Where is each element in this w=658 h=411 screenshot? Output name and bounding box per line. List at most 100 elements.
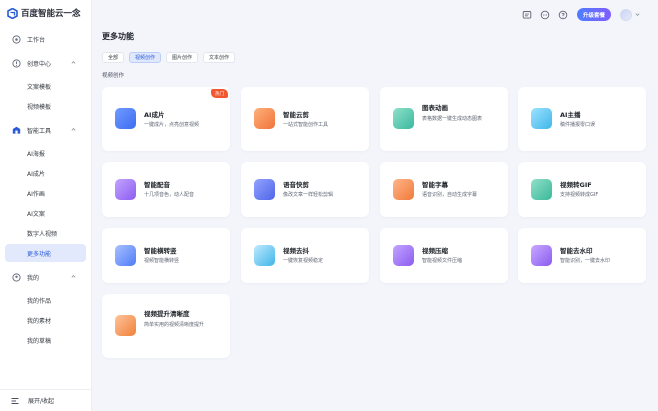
card-title: AI成片 bbox=[144, 111, 165, 119]
sidebar: 百度智能云一念 工作台 创意中心 文案模板 视频模板 智能工具 AI海报 AI成… bbox=[0, 0, 92, 411]
feature-card-ai-anchor[interactable]: AI主播 稿件播报零口误 bbox=[518, 87, 646, 151]
section-label: 视频创作 bbox=[102, 73, 125, 79]
logo-icon bbox=[7, 7, 18, 19]
page-title: 更多功能 bbox=[102, 32, 134, 41]
chevron-up-icon bbox=[71, 128, 76, 131]
card-desc: 简单实用的视频清晰度提升 bbox=[144, 322, 205, 328]
sidebar-item-digital-human-video[interactable]: 数字人视频 bbox=[5, 224, 86, 242]
chevron-down-icon[interactable] bbox=[635, 12, 640, 17]
card-desc: 支持视频转成GIF bbox=[560, 192, 599, 198]
sidebar-item-label: AI成片 bbox=[27, 170, 45, 178]
feature-card-video-compress[interactable]: 视频压缩 智能视频文件压缩 bbox=[380, 228, 508, 283]
tab-label: 全部 bbox=[108, 55, 119, 61]
sidebar-item-ai-painting[interactable]: AI作画 bbox=[5, 184, 86, 202]
app-logo[interactable]: 百度智能云一念 bbox=[7, 6, 81, 20]
chart-animation-icon bbox=[393, 108, 414, 129]
sidebar-item-label: 智能工具 bbox=[27, 127, 52, 135]
rotate-icon bbox=[115, 245, 136, 266]
sidebar-item-smart-tools[interactable]: 智能工具 bbox=[5, 121, 86, 139]
sidebar-item-label: 更多功能 bbox=[27, 250, 52, 258]
tab-label: 文本创作 bbox=[209, 55, 230, 61]
lightbulb-icon bbox=[12, 58, 21, 68]
sidebar-item-label: AI作画 bbox=[27, 190, 45, 198]
notification-icon[interactable] bbox=[522, 10, 532, 20]
sidebar-item-creative-center[interactable]: 创意中心 bbox=[5, 54, 86, 72]
feature-card-video-stabilize[interactable]: 视频去抖 一键恢复视频稳定 bbox=[241, 228, 369, 283]
card-desc: 视频智能横转竖 bbox=[144, 258, 180, 264]
sidebar-item-my-works[interactable]: 我的作品 bbox=[5, 291, 86, 309]
feature-card-landscape-to-portrait[interactable]: 智能横转竖 视频智能横转竖 bbox=[102, 228, 230, 283]
tab-label: 图片创作 bbox=[172, 55, 193, 61]
tab-all[interactable]: 全部 bbox=[102, 52, 125, 63]
card-title: 智能字幕 bbox=[422, 181, 448, 189]
voice-wave-icon bbox=[115, 179, 136, 200]
gif-icon bbox=[531, 179, 552, 200]
tab-text-creation[interactable]: 文本创作 bbox=[203, 52, 236, 63]
feature-card-smart-dubbing[interactable]: 智能配音 十几项音色，动人配音 bbox=[102, 162, 230, 217]
card-desc: 像改文章一样轻松剪辑 bbox=[283, 192, 334, 198]
sidebar-item-video-templates[interactable]: 视频模板 bbox=[5, 97, 86, 115]
sidebar-item-workbench[interactable]: 工作台 bbox=[5, 30, 86, 48]
feature-card-ai-film[interactable]: 热门 AI成片 一键成片，点亮创意视频 bbox=[102, 87, 230, 151]
stabilize-icon bbox=[254, 245, 275, 266]
card-title: 视频转GIF bbox=[560, 181, 592, 189]
card-desc: 十几项音色，动人配音 bbox=[144, 192, 195, 198]
sidebar-item-my-drafts[interactable]: 我的草稿 bbox=[5, 331, 86, 349]
sidebar-item-label: 我的作品 bbox=[27, 297, 52, 305]
card-desc: 一键成片，点亮创意视频 bbox=[144, 122, 200, 128]
sidebar-item-ai-copy[interactable]: AI文案 bbox=[5, 204, 86, 222]
sidebar-item-mine[interactable]: 我的 bbox=[5, 268, 86, 286]
feature-card-voice-quick-edit[interactable]: 语音快剪 像改文章一样轻松剪辑 bbox=[241, 162, 369, 217]
chevron-up-icon bbox=[71, 61, 76, 64]
card-title: 语音快剪 bbox=[283, 181, 309, 189]
tab-image-creation[interactable]: 图片创作 bbox=[166, 52, 199, 63]
sidebar-item-label: 文案模板 bbox=[27, 83, 52, 91]
feature-card-chart-animation[interactable]: 图表动画 表格数据一键生成动态图表 bbox=[380, 87, 508, 151]
upgrade-plan-button[interactable]: 升级套餐 bbox=[576, 8, 611, 21]
sidebar-item-ai-poster[interactable]: AI海报 bbox=[5, 144, 86, 162]
watermark-icon bbox=[531, 245, 552, 266]
hd-icon bbox=[115, 315, 136, 336]
avatar[interactable] bbox=[620, 8, 632, 21]
sidebar-item-copy-templates[interactable]: 文案模板 bbox=[5, 77, 86, 95]
message-icon[interactable] bbox=[540, 10, 550, 20]
crop-icon bbox=[254, 179, 275, 200]
card-title: 视频压缩 bbox=[422, 247, 448, 255]
feature-card-smart-cloud-edit[interactable]: 智能云剪 一站式智能创作工具 bbox=[241, 87, 369, 151]
sidebar-item-more-features[interactable]: 更多功能 bbox=[5, 244, 86, 262]
help-icon[interactable] bbox=[558, 10, 568, 20]
sidebar-item-label: AI海报 bbox=[27, 150, 45, 158]
card-title: AI主播 bbox=[560, 111, 581, 119]
card-desc: 一站式智能创作工具 bbox=[283, 122, 329, 128]
tab-label: 视频创作 bbox=[135, 55, 156, 61]
card-title: 图表动画 bbox=[422, 104, 448, 112]
card-desc: 语音识别，自动生成字幕 bbox=[422, 192, 478, 198]
sidebar-item-label: 工作台 bbox=[27, 36, 46, 44]
feature-card-video-to-gif[interactable]: 视频转GIF 支持视频转成GIF bbox=[518, 162, 646, 217]
feature-card-remove-watermark[interactable]: 智能去水印 智能识别，一键去水印 bbox=[518, 228, 646, 283]
card-title: 视频去抖 bbox=[283, 247, 309, 255]
collapse-menu-icon bbox=[11, 397, 19, 404]
card-title: 智能横转竖 bbox=[144, 247, 177, 255]
card-desc: 表格数据一键生成动态图表 bbox=[422, 116, 483, 122]
ai-anchor-icon bbox=[531, 108, 552, 129]
sidebar-item-label: 数字人视频 bbox=[27, 230, 58, 238]
card-title: 智能配音 bbox=[144, 181, 170, 189]
card-desc: 智能视频文件压缩 bbox=[422, 258, 463, 264]
user-icon bbox=[12, 272, 21, 282]
sidebar-item-label: AI文案 bbox=[27, 210, 45, 218]
feature-card-enhance-resolution[interactable]: 视频提升清晰度 简单实用的视频清晰度提升 bbox=[102, 294, 230, 358]
header-toolbar: 升级套餐 bbox=[514, 8, 640, 21]
card-title: 智能云剪 bbox=[283, 111, 309, 119]
desktop-icon bbox=[12, 34, 21, 44]
sidebar-item-ai-film[interactable]: AI成片 bbox=[5, 164, 86, 182]
card-desc: 稿件播报零口误 bbox=[560, 122, 596, 128]
sidebar-item-my-materials[interactable]: 我的素材 bbox=[5, 311, 86, 329]
tab-video-creation[interactable]: 视频创作 bbox=[129, 52, 162, 63]
category-tabs: 全部 视频创作 图片创作 文本创作 bbox=[102, 52, 240, 63]
sidebar-item-label: 视频模板 bbox=[27, 103, 52, 111]
sidebar-toggle[interactable]: 展开/收起 bbox=[0, 389, 92, 411]
badge-label: 热门 bbox=[215, 91, 224, 97]
feature-card-smart-subtitle[interactable]: 智能字幕 语音识别，自动生成字幕 bbox=[380, 162, 508, 217]
upgrade-plan-label: 升级套餐 bbox=[582, 12, 605, 19]
